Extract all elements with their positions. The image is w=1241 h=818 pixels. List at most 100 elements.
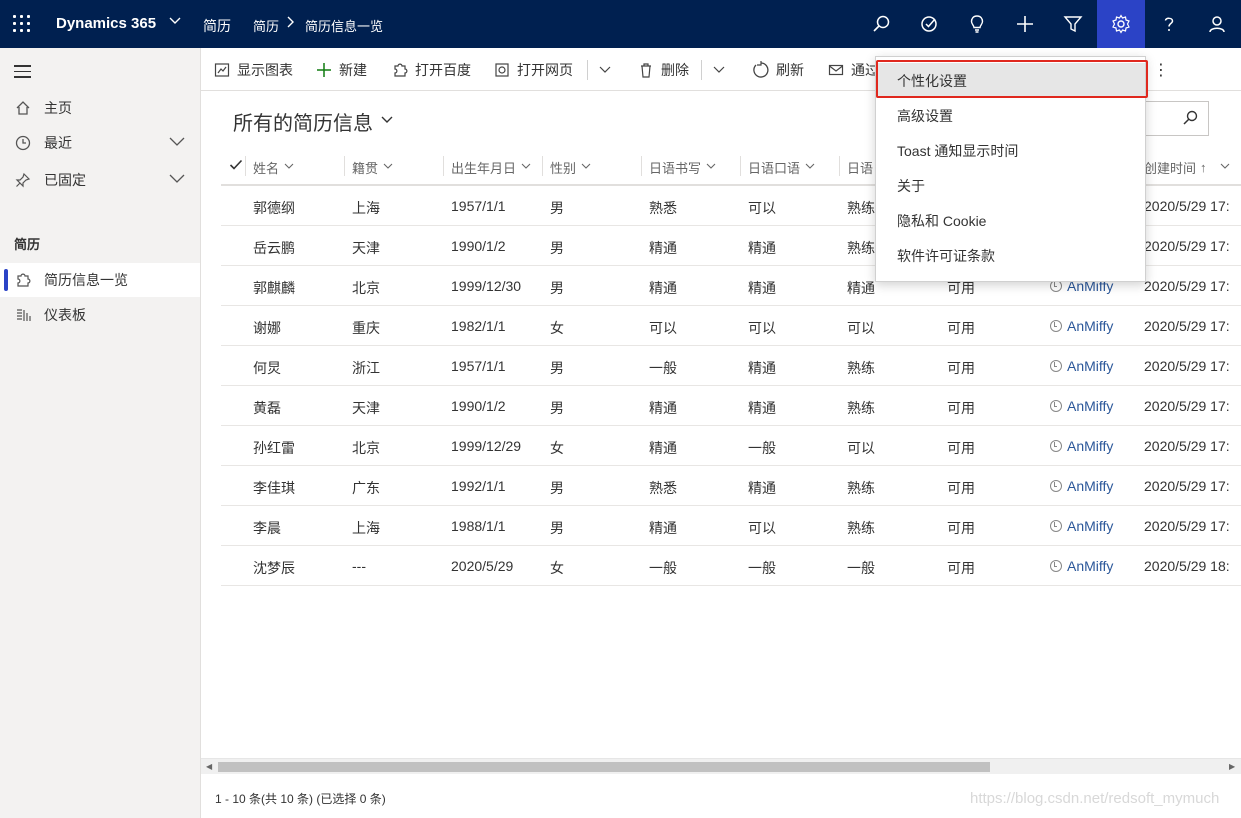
user-icon[interactable]: [1193, 0, 1241, 48]
cell-name[interactable]: 岳云鹏: [253, 238, 295, 258]
nav-item-dashboard[interactable]: 仪表板: [0, 298, 200, 332]
owner-link[interactable]: AnMiffy: [1067, 398, 1113, 414]
cell-birthdate: 1999/12/30: [451, 278, 522, 294]
cell-name[interactable]: 黄磊: [253, 398, 281, 418]
column-header-jp-other[interactable]: 日语: [847, 158, 873, 177]
email-link-button[interactable]: 通过: [827, 60, 879, 80]
scroll-right-icon[interactable]: ▶: [1229, 762, 1235, 771]
view-title[interactable]: 所有的简历信息: [233, 107, 373, 136]
cell-name[interactable]: 何炅: [253, 358, 281, 378]
menu-item-toast-duration[interactable]: Toast 通知显示时间: [876, 133, 1145, 168]
menu-item-privacy-cookie[interactable]: 隐私和 Cookie: [876, 203, 1145, 238]
cell-name[interactable]: 谢娜: [253, 318, 281, 338]
more-dropdown-button[interactable]: [596, 60, 620, 78]
cell-gender: 男: [550, 200, 564, 216]
cell-owner[interactable]: AnMiffy: [1050, 518, 1113, 534]
trash-icon: [637, 61, 655, 79]
lightbulb-icon[interactable]: [953, 0, 1001, 48]
home-icon: [14, 99, 32, 117]
select-all-checkmark-icon[interactable]: [229, 158, 243, 175]
chevron-down-icon[interactable]: [168, 132, 186, 153]
top-navigation-bar: Dynamics 365 简历 简历 简历信息一览: [0, 0, 1241, 48]
breadcrumb-item[interactable]: 简历: [253, 16, 279, 35]
breadcrumb-current[interactable]: 简历信息一览: [305, 16, 383, 35]
menu-item-license-terms[interactable]: 软件许可证条款: [876, 238, 1145, 273]
cell-owner[interactable]: AnMiffy: [1050, 438, 1113, 454]
nav-item-pinned[interactable]: 已固定: [0, 163, 200, 197]
cell-birthdate: 1957/1/1: [451, 358, 506, 374]
cell-owner[interactable]: AnMiffy: [1050, 358, 1113, 374]
table-row[interactable]: 李佳琪 广东 1992/1/1 男 熟悉 精通 熟练 可用 AnMiffy 2020/5/29 1…: [221, 466, 1241, 506]
cell-jp-writing: 一般: [649, 560, 677, 576]
nav-item-resume-list[interactable]: 简历信息一览: [0, 263, 200, 297]
chevron-down-icon[interactable]: [168, 169, 186, 190]
column-header-jp-speaking[interactable]: 日语口语: [748, 158, 816, 177]
cell-name[interactable]: 孙红雷: [253, 438, 295, 458]
cell-owner[interactable]: AnMiffy: [1050, 478, 1113, 494]
owner-link[interactable]: AnMiffy: [1067, 318, 1113, 334]
owner-link[interactable]: AnMiffy: [1067, 558, 1113, 574]
cell-jp-other: 熟练: [847, 200, 875, 216]
cell-owner[interactable]: AnMiffy: [1050, 398, 1113, 414]
divider: [740, 156, 741, 176]
owner-link[interactable]: AnMiffy: [1067, 438, 1113, 454]
column-header-jp-writing[interactable]: 日语书写: [649, 158, 717, 177]
chevron-down-icon: [596, 60, 614, 78]
cell-jp-writing: 精通: [649, 520, 677, 536]
column-label: 出生年月日: [451, 161, 517, 176]
cell-name[interactable]: 李佳琪: [253, 478, 295, 498]
column-header-origin[interactable]: 籍贯: [352, 158, 394, 177]
show-chart-button[interactable]: 显示图表: [213, 60, 293, 80]
app-launcher-icon[interactable]: [11, 13, 33, 35]
table-row[interactable]: 李晨 上海 1988/1/1 男 精通 可以 熟练 可用 AnMiffy 2020/5/29 17…: [221, 506, 1241, 546]
scroll-left-icon[interactable]: ◀: [206, 762, 212, 771]
cell-owner[interactable]: AnMiffy: [1050, 558, 1113, 574]
search-icon[interactable]: [857, 0, 905, 48]
column-header-created-on[interactable]: 创建时间 ↑: [1144, 158, 1231, 177]
owner-link[interactable]: AnMiffy: [1067, 518, 1113, 534]
cell-name[interactable]: 沈梦辰: [253, 558, 295, 578]
nav-item-recent[interactable]: 最近: [0, 126, 200, 160]
new-button[interactable]: 新建: [315, 60, 367, 80]
menu-item-advanced-settings[interactable]: 高级设置: [876, 98, 1145, 133]
open-baidu-button[interactable]: 打开百度: [391, 60, 471, 80]
settings-icon[interactable]: [1097, 0, 1145, 48]
help-icon[interactable]: [1145, 0, 1193, 48]
chevron-down-icon[interactable]: [168, 13, 182, 30]
task-icon[interactable]: [905, 0, 953, 48]
open-web-button[interactable]: 打开网页: [493, 60, 573, 80]
column-header-gender[interactable]: 性别: [550, 158, 592, 177]
app-name[interactable]: 简历: [203, 16, 231, 36]
nav-item-home[interactable]: 主页: [0, 91, 200, 125]
plus-icon[interactable]: [1001, 0, 1049, 48]
column-header-name[interactable]: 姓名: [253, 158, 295, 177]
table-row[interactable]: 谢娜 重庆 1982/1/1 女 可以 可以 可以 可用 AnMiffy 2020/5/29 17…: [221, 306, 1241, 346]
refresh-button[interactable]: 刷新: [752, 60, 804, 80]
horizontal-scrollbar[interactable]: ◀ ▶: [201, 758, 1241, 774]
owner-link[interactable]: AnMiffy: [1067, 358, 1113, 374]
table-row[interactable]: 何炅 浙江 1957/1/1 男 一般 精通 熟练 可用 AnMiffy 2020/5/29 17…: [221, 346, 1241, 386]
scrollbar-thumb[interactable]: [218, 762, 990, 772]
more-commands-icon[interactable]: ⋮: [1153, 60, 1169, 80]
cell-name[interactable]: 郭麒麟: [253, 278, 295, 298]
owner-link[interactable]: AnMiffy: [1067, 478, 1113, 494]
delete-button[interactable]: 删除: [637, 60, 689, 80]
table-row[interactable]: 黄磊 天津 1990/1/2 男 精通 精通 熟练 可用 AnMiffy 2020/5/29 17…: [221, 386, 1241, 426]
search-input[interactable]: [1140, 101, 1209, 136]
delete-dropdown-button[interactable]: [710, 60, 734, 78]
brand-title[interactable]: Dynamics 365: [56, 15, 156, 32]
owner-status-icon: [1050, 360, 1062, 372]
table-row[interactable]: 沈梦辰 --- 2020/5/29 女 一般 一般 一般 可用 AnMiffy 2020/5/29…: [221, 546, 1241, 586]
cell-owner[interactable]: AnMiffy: [1050, 318, 1113, 334]
menu-item-about[interactable]: 关于: [876, 168, 1145, 203]
cell-name[interactable]: 郭德纲: [253, 198, 295, 218]
table-row[interactable]: 孙红雷 北京 1999/12/29 女 精通 一般 可以 可用 AnMiffy 2020/5/29…: [221, 426, 1241, 466]
chevron-down-icon[interactable]: [380, 112, 394, 129]
hamburger-menu-icon[interactable]: [14, 65, 31, 82]
cell-origin: 重庆: [352, 320, 380, 336]
column-header-birthdate[interactable]: 出生年月日: [451, 158, 532, 177]
filter-icon[interactable]: [1049, 0, 1097, 48]
search-icon[interactable]: [1182, 110, 1198, 129]
cell-jp-other: 熟练: [847, 240, 875, 256]
cell-name[interactable]: 李晨: [253, 518, 281, 538]
